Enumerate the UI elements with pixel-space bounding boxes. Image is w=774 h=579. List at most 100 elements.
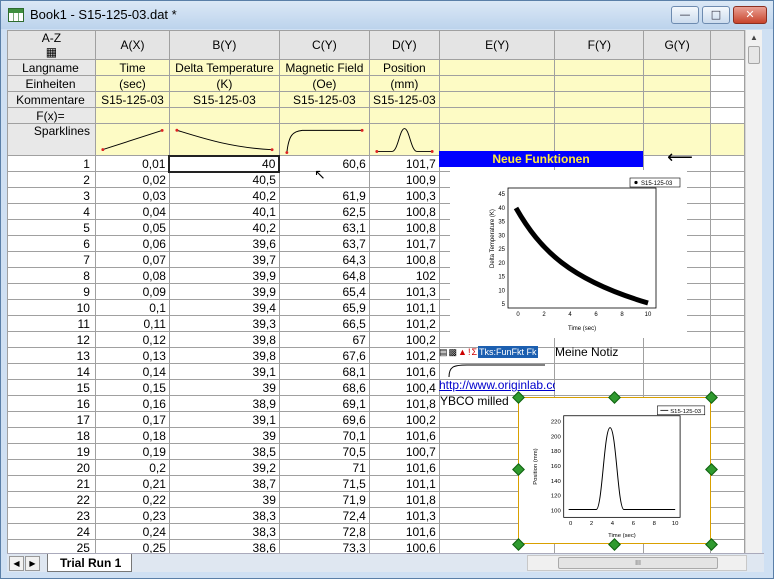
row-number[interactable]: 14 — [7, 363, 96, 380]
data-cell-empty[interactable] — [710, 299, 745, 316]
data-cell-empty[interactable] — [710, 315, 745, 332]
meta-cell[interactable] — [554, 75, 645, 92]
data-cell[interactable]: 0,1 — [94, 299, 170, 316]
data-cell[interactable]: 39,1 — [168, 411, 280, 428]
data-cell-empty[interactable] — [710, 283, 745, 300]
row-number[interactable]: 15 — [7, 379, 96, 396]
data-cell[interactable]: 0,05 — [94, 219, 170, 236]
meta-cell[interactable]: (Oe) — [278, 75, 370, 92]
row-number[interactable]: 16 — [7, 395, 96, 412]
meta-cell[interactable]: (sec) — [94, 75, 170, 92]
row-number[interactable]: 9 — [7, 283, 96, 300]
data-cell[interactable]: 39,2 — [168, 459, 280, 476]
data-cell[interactable]: 101,8 — [368, 491, 440, 508]
sort-corner-icon[interactable]: A-Z ▦ — [7, 30, 96, 60]
meta-cell[interactable] — [278, 107, 370, 124]
vertical-scroll-thumb[interactable] — [748, 46, 760, 64]
data-cell[interactable]: 0,11 — [94, 315, 170, 332]
row-number[interactable]: 19 — [7, 443, 96, 460]
data-cell[interactable]: 38,6 — [168, 539, 280, 553]
meta-cell[interactable]: S15-125-03 — [278, 91, 370, 108]
data-cell[interactable]: 100,8 — [368, 251, 440, 268]
hyperlink[interactable]: http://www.originlab.com — [439, 378, 555, 392]
data-cell[interactable]: 101,7 — [368, 235, 440, 252]
vertical-scrollbar[interactable]: ▲ — [745, 30, 762, 553]
data-cell[interactable]: 101,6 — [368, 459, 440, 476]
meta-row-label[interactable]: Kommentare — [7, 91, 96, 108]
data-cell-empty[interactable] — [710, 427, 745, 444]
column-header-gy[interactable]: G(Y) — [643, 30, 712, 60]
data-cell[interactable]: 66,5 — [278, 315, 370, 332]
data-cell-empty[interactable] — [643, 363, 712, 380]
data-cell[interactable]: 0,14 — [94, 363, 170, 380]
data-cell[interactable]: 38,9 — [168, 395, 280, 412]
data-cell[interactable]: 73,3 — [278, 539, 370, 553]
meta-cell[interactable]: Delta Temperature — [168, 59, 280, 76]
data-cell[interactable]: 100,2 — [368, 411, 440, 428]
column-header-ey[interactable]: E(Y) — [438, 30, 556, 60]
row-number[interactable]: 13 — [7, 347, 96, 364]
meta-cell[interactable] — [643, 75, 712, 92]
data-cell[interactable]: 70,5 — [278, 443, 370, 460]
data-cell[interactable]: 0,23 — [94, 507, 170, 524]
data-cell-empty[interactable] — [710, 251, 745, 268]
meta-cell[interactable] — [438, 107, 556, 124]
data-cell-empty[interactable] — [710, 507, 745, 524]
row-number[interactable]: 5 — [7, 219, 96, 236]
data-cell-empty[interactable] — [710, 347, 745, 364]
meta-cell[interactable] — [643, 59, 712, 76]
data-cell[interactable]: 0,04 — [94, 203, 170, 220]
meta-cell[interactable] — [554, 91, 645, 108]
data-cell[interactable]: 38,7 — [168, 475, 280, 492]
row-number[interactable]: 8 — [7, 267, 96, 284]
data-cell[interactable]: 67,6 — [278, 347, 370, 364]
meta-row-label[interactable]: Einheiten — [7, 75, 96, 92]
embedded-graph-position[interactable]: S15-125-03 100 120 140 160 180 200 220 0 2 4 6 8 10… — [518, 397, 711, 544]
data-cell-empty[interactable] — [710, 187, 745, 204]
data-cell[interactable]: 38,3 — [168, 523, 280, 540]
sparkline-h[interactable] — [710, 123, 745, 156]
column-header-by[interactable]: B(Y) — [168, 30, 280, 60]
image-icon[interactable]: ▩ — [449, 346, 458, 358]
data-cell[interactable]: 101,2 — [368, 347, 440, 364]
meta-cell[interactable] — [368, 107, 440, 124]
row-number[interactable]: 1 — [7, 155, 96, 172]
ybco-label[interactable]: YBCO milled — [440, 394, 509, 408]
help-tooltip-icon[interactable]: Tks:FunFkt Fk — [478, 346, 538, 358]
row-number[interactable]: 7 — [7, 251, 96, 268]
data-cell-empty[interactable] — [710, 475, 745, 492]
data-cell-empty[interactable] — [710, 155, 745, 172]
data-cell[interactable]: 100,8 — [368, 203, 440, 220]
horizontal-scrollbar[interactable]: III — [527, 555, 747, 571]
meta-cell[interactable] — [438, 59, 556, 76]
data-cell[interactable]: 100,2 — [368, 331, 440, 348]
data-cell[interactable]: 71,5 — [278, 475, 370, 492]
row-number[interactable]: 3 — [7, 187, 96, 204]
worksheet-icon[interactable] — [8, 8, 24, 22]
data-cell[interactable]: 0,16 — [94, 395, 170, 412]
data-cell-empty[interactable] — [710, 267, 745, 284]
meta-cell[interactable] — [438, 91, 556, 108]
column-header-ax[interactable]: A(X) — [94, 30, 170, 60]
data-cell-empty[interactable] — [710, 443, 745, 460]
sparkline-c[interactable] — [278, 123, 370, 156]
data-cell[interactable]: 40,5 — [168, 171, 280, 188]
maximize-button[interactable]: □ — [702, 6, 730, 24]
data-cell[interactable]: 0,18 — [94, 427, 170, 444]
data-cell[interactable]: 100,4 — [368, 379, 440, 396]
data-cell[interactable]: 0,17 — [94, 411, 170, 428]
minimize-button[interactable]: — — [671, 6, 699, 24]
data-cell[interactable]: 69,6 — [278, 411, 370, 428]
data-cell[interactable]: 39 — [168, 427, 280, 444]
data-cell[interactable]: 0,22 — [94, 491, 170, 508]
data-cell[interactable]: 39,9 — [168, 267, 280, 284]
row-number[interactable]: 24 — [7, 523, 96, 540]
data-cell[interactable]: 101,6 — [368, 427, 440, 444]
data-cell[interactable]: 39,6 — [168, 235, 280, 252]
column-header-fy[interactable]: F(Y) — [554, 30, 645, 60]
data-cell[interactable]: 0,21 — [94, 475, 170, 492]
row-number[interactable]: 12 — [7, 331, 96, 348]
data-cell-empty[interactable] — [710, 219, 745, 236]
data-cell[interactable]: 0,2 — [94, 459, 170, 476]
row-number[interactable]: 18 — [7, 427, 96, 444]
